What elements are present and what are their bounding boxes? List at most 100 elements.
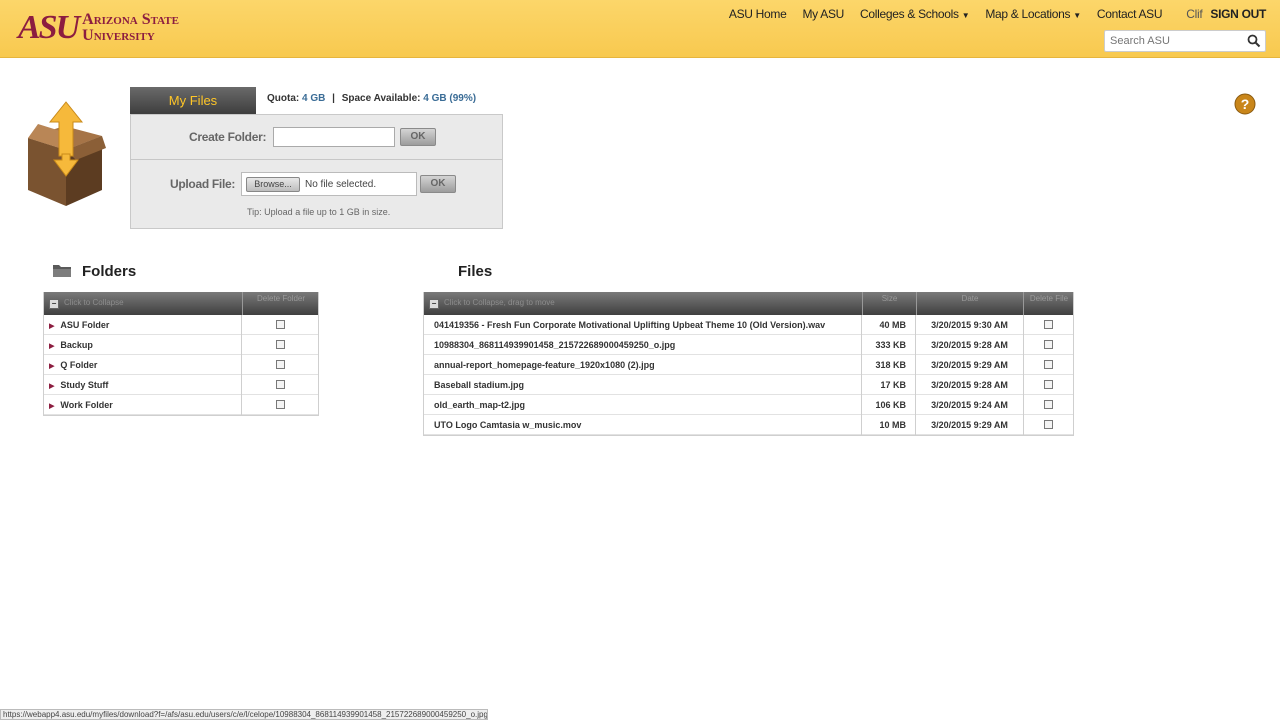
quota-info: Quota: 4 GB | Space Available: 4 GB (99%… [267,93,476,104]
nav-colleges-schools[interactable]: Colleges & Schools ▼ [860,7,970,21]
search-input[interactable] [1105,31,1243,51]
help-icon[interactable]: ? [1234,93,1256,115]
folder-name[interactable]: Work Folder [60,400,112,410]
top-navigation: ASU Home My ASU Colleges & Schools ▼ Map … [713,7,1266,21]
folder-name[interactable]: Q Folder [60,360,97,370]
delete-file-checkbox[interactable] [1044,380,1053,389]
folder-name-cell[interactable]: ▶ Work Folder [49,395,239,415]
delete-file-checkbox[interactable] [1044,400,1053,409]
expand-arrow-icon[interactable]: ▶ [49,383,54,390]
collapse-icon[interactable]: − [429,299,439,309]
expand-arrow-icon[interactable]: ▶ [49,403,54,410]
nav-my-asu[interactable]: My ASU [802,7,844,21]
file-row[interactable]: old_earth_map-t2.jpg 106 KB 3/20/2015 9:24… [424,395,1073,415]
file-size: 318 KB [875,360,906,370]
files-delete-header: Delete File [1023,292,1074,315]
create-folder-label: Create Folder: [189,130,267,144]
expand-arrow-icon[interactable]: ▶ [49,323,54,330]
delete-file-checkbox[interactable] [1044,340,1053,349]
file-name[interactable]: old_earth_map-t2.jpg [434,395,859,415]
my-files-tab[interactable]: My Files [130,87,256,114]
folder-name-cell[interactable]: ▶ Q Folder [49,355,239,375]
sign-out-link[interactable]: SIGN OUT [1210,7,1266,21]
chevron-down-icon: ▼ [1073,11,1081,20]
folder-name-cell[interactable]: ▶ Study Stuff [49,375,239,395]
upload-box-icon [28,101,106,206]
nav-map-label: Map & Locations [985,7,1071,21]
file-row[interactable]: UTO Logo Camtasia w_music.mov 10 MB 3/20/2… [424,415,1073,435]
file-date: 3/20/2015 9:28 AM [931,380,1008,390]
folder-name[interactable]: Backup [60,340,93,350]
quota-separator: | [332,93,335,104]
folders-table: − Click to Collapse Delete Folder ▶ ASU F… [43,292,319,416]
file-list: 041419356 - Fresh Fun Corporate Motivati… [424,315,1073,435]
file-row[interactable]: annual-report_homepage-feature_1920x1080… [424,355,1073,375]
column-divider [1023,315,1024,335]
files-title: Files [458,263,493,280]
delete-folder-checkbox[interactable] [276,400,285,409]
create-folder-ok-button[interactable]: OK [400,128,436,146]
folder-row[interactable]: ▶ Q Folder [44,355,318,375]
column-divider [1023,415,1024,435]
files-size-header[interactable]: Size [862,292,916,315]
delete-folder-checkbox[interactable] [276,340,285,349]
files-table: − Click to Collapse, drag to move Size D… [423,292,1074,436]
upload-file-ok-button[interactable]: OK [420,175,456,193]
expand-arrow-icon[interactable]: ▶ [49,363,54,370]
space-available-label: Space Available: [341,93,421,104]
file-size: 333 KB [875,340,906,350]
delete-folder-checkbox[interactable] [276,320,285,329]
expand-arrow-icon[interactable]: ▶ [49,343,54,350]
nav-map-locations[interactable]: Map & Locations ▼ [985,7,1081,21]
file-name[interactable]: 041419356 - Fresh Fun Corporate Motivati… [434,315,859,335]
file-upload-field: Browse... No file selected. [241,172,417,196]
chevron-down-icon: ▼ [961,11,970,20]
folder-name-cell[interactable]: ▶ Backup [49,335,239,355]
column-divider [241,335,242,355]
column-divider [1023,395,1024,415]
folder-name[interactable]: Study Stuff [60,380,108,390]
delete-folder-checkbox[interactable] [276,380,285,389]
file-row[interactable]: 10988304_868114939901458_215722689000459… [424,335,1073,355]
files-date-header[interactable]: Date [916,292,1023,315]
folder-icon [53,265,71,277]
nav-asu-home[interactable]: ASU Home [729,7,787,21]
file-name[interactable]: 10988304_868114939901458_215722689000459… [434,335,859,355]
nav-contact-asu[interactable]: Contact ASU [1097,7,1163,21]
file-row[interactable]: Baseball stadium.jpg 17 KB 3/20/2015 9:28 … [424,375,1073,395]
folder-row[interactable]: ▶ Backup [44,335,318,355]
browse-button[interactable]: Browse... [246,177,300,192]
delete-folder-checkbox[interactable] [276,360,285,369]
file-size: 10 MB [879,420,906,430]
file-row[interactable]: 041419356 - Fresh Fun Corporate Motivati… [424,315,1073,335]
space-available-value: 4 GB (99%) [423,93,477,104]
file-name[interactable]: UTO Logo Camtasia w_music.mov [434,415,859,435]
logo-line2: University [82,27,155,44]
create-folder-input[interactable] [273,127,395,147]
folder-row[interactable]: ▶ ASU Folder [44,315,318,335]
column-divider [241,355,242,375]
file-name[interactable]: Baseball stadium.jpg [434,375,859,395]
file-date: 3/20/2015 9:29 AM [931,420,1008,430]
file-date: 3/20/2015 9:24 AM [931,400,1008,410]
panel-divider [131,159,502,160]
asu-logo[interactable]: ASU Arizona State University [18,11,179,45]
site-header: ASU Arizona State University ASU Home My… [0,0,1280,58]
folder-name[interactable]: ASU Folder [60,320,109,330]
delete-file-checkbox[interactable] [1044,360,1053,369]
folders-title: Folders [82,263,137,280]
folder-row[interactable]: ▶ Study Stuff [44,375,318,395]
svg-text:?: ? [1241,96,1250,112]
column-divider [1023,375,1024,395]
file-name[interactable]: annual-report_homepage-feature_1920x1080… [434,355,859,375]
folder-row[interactable]: ▶ Work Folder [44,395,318,415]
column-divider [241,395,242,415]
delete-file-checkbox[interactable] [1044,420,1053,429]
status-bar-url: https://webapp4.asu.edu/myfiles/download… [0,709,488,720]
folder-name-cell[interactable]: ▶ ASU Folder [49,315,239,335]
delete-file-checkbox[interactable] [1044,320,1053,329]
files-header-text: Click to Collapse, drag to move [444,298,555,307]
collapse-icon[interactable]: − [49,299,59,309]
search-icon[interactable] [1247,34,1261,48]
nav-colleges-label: Colleges & Schools [860,7,959,21]
